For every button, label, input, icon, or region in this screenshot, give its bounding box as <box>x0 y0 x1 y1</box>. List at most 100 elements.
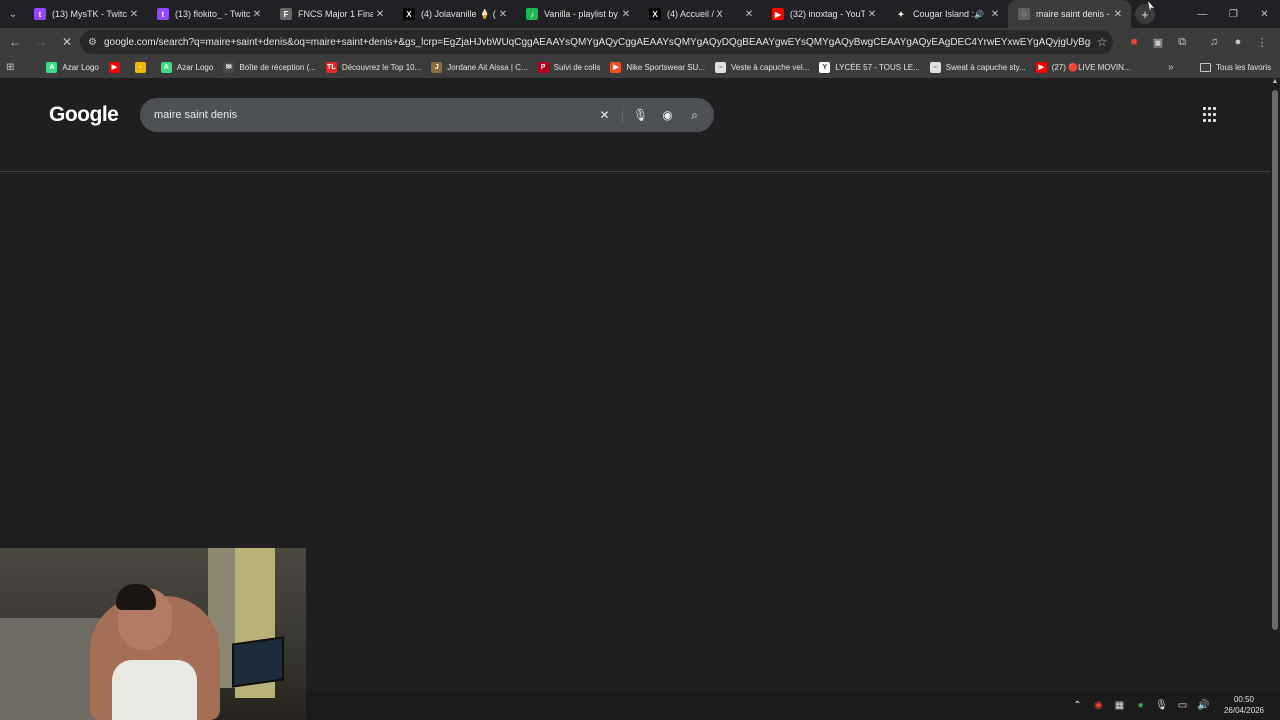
more-bookmarks-chevron-icon[interactable]: » <box>1168 56 1174 78</box>
tab-close-icon[interactable]: ✕ <box>742 9 756 20</box>
profile-avatar[interactable]: ● <box>1226 28 1250 56</box>
tray-chevron-icon[interactable]: ⌃ <box>1067 700 1088 711</box>
bookmark-label: Boîte de réception (... <box>239 62 316 72</box>
bookmark-label: Jordane Ait Aissa | C... <box>447 62 528 72</box>
search-icon[interactable]: ⌕ <box>681 108 708 123</box>
back-icon[interactable]: ← <box>2 29 28 55</box>
address-bar[interactable]: ⚙ google.com/search?q=maire+saint+denis&… <box>80 30 1113 54</box>
search-input[interactable] <box>154 109 591 121</box>
clock-date: 26/04/2026 <box>1223 706 1265 715</box>
extensions-puzzle-icon[interactable]: ⧉ <box>1170 28 1194 56</box>
bookmark-item[interactable]: P Suivi de colis <box>537 61 601 73</box>
extension-grey-icon[interactable]: ▣ <box>1146 28 1170 56</box>
browser-tab[interactable]: X (4) Jolavanille 🍦 (@✕ <box>393 0 516 28</box>
tray-app-icon[interactable]: ◉ <box>1088 700 1109 711</box>
tab-close-icon[interactable]: ✕ <box>373 9 387 20</box>
apps-grid-icon[interactable]: ⊞ <box>6 62 14 73</box>
bookmark-favicon-icon: A <box>46 61 58 73</box>
scroll-up-icon[interactable]: ▲ <box>1270 78 1280 90</box>
browser-tab[interactable]: ▶ (32) inoxtag - YouTub✕ <box>762 0 885 28</box>
network-icon[interactable]: ▭ <box>1172 700 1193 711</box>
tab-title: Cougar Island : É <box>913 9 974 19</box>
tab-close-icon[interactable]: ✕ <box>619 9 633 20</box>
scrollbar-thumb[interactable] <box>1272 90 1278 630</box>
bookmark-label: Découvrez le Top 10... <box>341 62 422 72</box>
bookmark-label: Veste à capuche vel... <box>731 62 810 72</box>
google-apps-icon[interactable] <box>1203 107 1219 123</box>
search-box[interactable]: ✕ 🎙 ◉ ⌕ <box>140 98 714 132</box>
clear-search-icon[interactable]: ✕ <box>591 108 618 122</box>
tab-favicon-icon: ▶ <box>772 8 784 20</box>
browser-menu-icon[interactable]: ⋮ <box>1250 28 1274 56</box>
tab-close-icon[interactable]: ✕ <box>865 9 879 20</box>
bookmark-label: (27) 🔴LIVE MOVIN... <box>1051 62 1131 72</box>
google-logo[interactable]: Google <box>49 103 119 127</box>
microphone-tray-icon[interactable]: 🎙 <box>1151 700 1172 711</box>
bookmark-favicon-icon: P <box>537 61 549 73</box>
screen: ⌄ t (13) MysTK - Twitch ✕ t (13) flokito_ - … <box>0 0 1280 720</box>
header-divider <box>0 171 1270 172</box>
stop-loading-icon[interactable]: ✕ <box>54 29 80 55</box>
browser-tab[interactable]: ♪ Vanilla - playlist by Je✕ <box>516 0 639 28</box>
close-window-icon[interactable]: ✕ <box>1249 0 1280 28</box>
bookmark-item[interactable]: ✉ Boîte de réception (... <box>223 61 316 73</box>
bookmark-label: Nike Sportswear SU... <box>626 62 706 72</box>
google-lens-icon[interactable]: ◉ <box>654 108 681 122</box>
bookmark-star-icon[interactable]: ☆ <box>1091 35 1113 49</box>
bookmark-item[interactable]: A Azar Logo <box>46 61 99 73</box>
bookmark-item[interactable]: ▶ <box>108 61 125 73</box>
taskbar: ⌃ ◉ ▦ ● 🎙 ▭ 🔊 00:50 26/04/2026 <box>306 690 1280 720</box>
volume-icon[interactable]: 🔊 <box>1193 700 1214 711</box>
minimize-icon[interactable]: — <box>1187 0 1218 28</box>
folder-icon <box>1200 62 1211 72</box>
webcam-overlay <box>0 548 306 720</box>
browser-tab[interactable]: ✦ Cougar Island : É🔊✕ <box>885 0 1008 28</box>
tab-title: Vanilla - playlist by Je <box>544 9 619 19</box>
tab-favicon-icon: F <box>280 8 292 20</box>
browser-tab[interactable]: X (4) Accueil / X ✕ <box>639 0 762 28</box>
browser-tab[interactable]: F FNCS Major 1 Finals✕ <box>270 0 393 28</box>
bookmark-label: Suivi de colis <box>553 62 601 72</box>
system-clock[interactable]: 00:50 26/04/2026 <box>1214 694 1274 716</box>
tab-search-chevron-icon[interactable]: ⌄ <box>2 3 24 25</box>
page-scrollbar[interactable]: ▲ <box>1270 78 1280 690</box>
browser-tab[interactable]: t (13) MysTK - Twitch ✕ <box>24 0 147 28</box>
bookmark-item[interactable]: ▶ (27) 🔴LIVE MOVIN... <box>1035 61 1131 73</box>
all-bookmarks-label: Tous les favoris <box>1216 62 1272 72</box>
browser-tab[interactable]: t (13) flokito_ - Twitch ✕ <box>147 0 270 28</box>
tab-close-icon[interactable]: ✕ <box>127 9 141 20</box>
bookmark-favicon-icon: ▫ <box>929 61 941 73</box>
tab-title: (32) inoxtag - YouTub <box>790 9 865 19</box>
bookmark-item[interactable]: ▪ <box>134 61 151 73</box>
tab-close-icon[interactable]: ✕ <box>250 9 264 20</box>
all-bookmarks-folder[interactable]: Tous les favoris <box>1200 56 1271 78</box>
media-control-icon[interactable]: ♫ <box>1202 28 1226 56</box>
forward-icon[interactable]: → <box>28 29 54 55</box>
url-text[interactable]: google.com/search?q=maire+saint+denis&oq… <box>104 37 1091 48</box>
bookmark-item[interactable]: ▶ Nike Sportswear SU... <box>610 61 706 73</box>
cam-shirt <box>112 660 197 720</box>
extension-red-icon[interactable]: ■ <box>1122 28 1146 56</box>
bookmark-item[interactable]: ▫ Veste à capuche vel... <box>715 61 810 73</box>
bookmark-item[interactable]: A Azar Logo <box>160 61 213 73</box>
tab-close-icon[interactable]: ✕ <box>988 9 1002 20</box>
browser-tab[interactable]: ◌ maire saint denis - R ✕ <box>1008 0 1131 28</box>
clock-time: 00:50 <box>1233 695 1255 704</box>
site-info-icon[interactable]: ⚙ <box>88 37 104 48</box>
bookmark-favicon-icon: ▫ <box>715 61 727 73</box>
restore-icon[interactable]: ❐ <box>1218 0 1249 28</box>
bookmark-item[interactable]: ▫ Sweat à capuche sty... <box>929 61 1026 73</box>
bookmark-item[interactable]: J Jordane Ait Aissa | C... <box>431 61 528 73</box>
bookmark-label: LYCÉE 57 - TOUS LE... <box>835 62 920 72</box>
bookmark-item[interactable]: Y LYCÉE 57 - TOUS LE... <box>819 61 920 73</box>
microphone-icon[interactable]: 🎙 <box>627 108 654 122</box>
bookmark-item[interactable]: TL Découvrez le Top 10... <box>325 61 422 73</box>
bookmark-favicon-icon: ▶ <box>610 61 622 73</box>
tray-grid-icon[interactable]: ▦ <box>1109 700 1130 711</box>
tray-green-icon[interactable]: ● <box>1130 700 1151 711</box>
tab-close-icon[interactable]: ✕ <box>1111 9 1125 20</box>
tab-audio-icon[interactable]: 🔊 <box>974 10 988 19</box>
tab-title: maire saint denis - R <box>1036 9 1111 19</box>
tab-strip: ⌄ t (13) MysTK - Twitch ✕ t (13) flokito_ - … <box>0 0 1280 28</box>
tab-close-icon[interactable]: ✕ <box>496 9 510 20</box>
